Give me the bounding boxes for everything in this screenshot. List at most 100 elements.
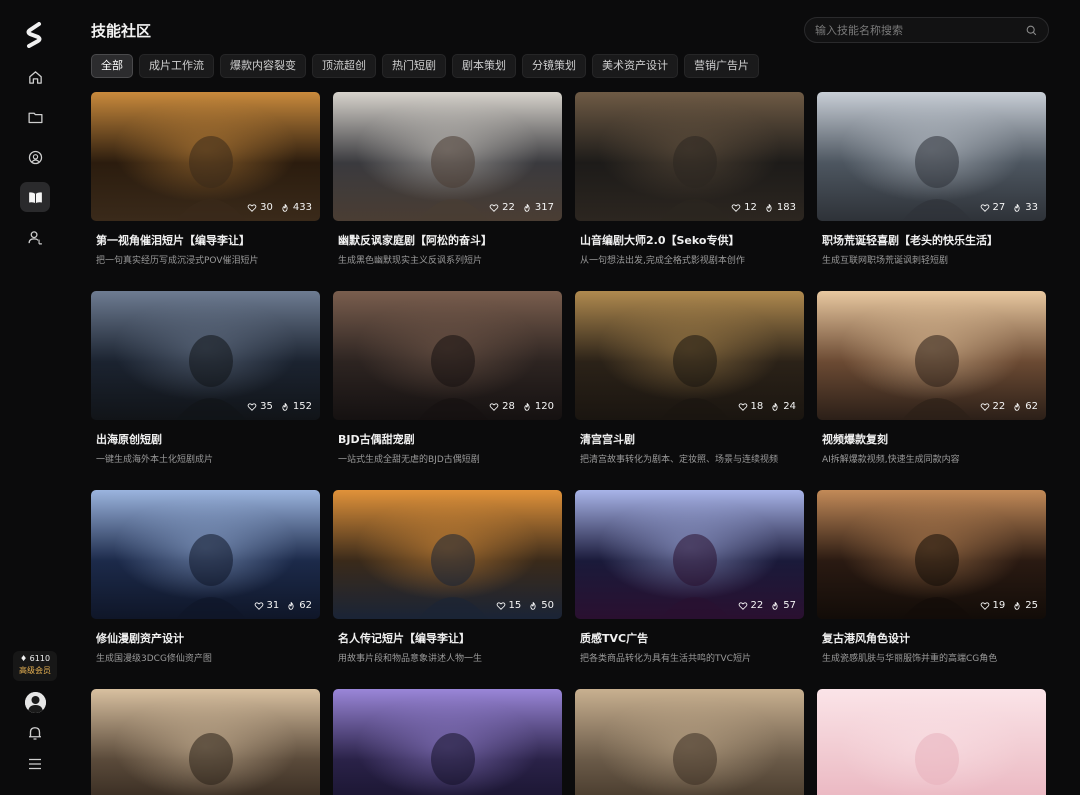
skill-card[interactable] [817, 689, 1046, 795]
skill-thumbnail[interactable]: 22 57 [575, 490, 804, 619]
skill-card[interactable]: 15 50 名人传记短片【编导李让】 用故事片段和物品意象讲述人物一生 [333, 490, 562, 664]
skill-description: 生成黑色幽默现实主义反讽系列短片 [338, 256, 483, 266]
likes-stat: 31 [254, 600, 279, 611]
likes-stat: 22 [489, 202, 515, 213]
skill-thumbnail[interactable]: 35 152 [91, 291, 320, 420]
sidebar-item-user[interactable] [20, 222, 50, 252]
likes-count: 35 [260, 401, 273, 412]
book-icon [28, 191, 42, 203]
menu-icon[interactable] [26, 755, 44, 773]
likes-stat: 35 [247, 401, 273, 412]
skill-card[interactable]: 31 62 修仙漫剧资产设计 生成国漫级3DCG修仙资产图 [91, 490, 320, 664]
uses-stat: 183 [764, 202, 796, 213]
skill-title[interactable]: 修仙漫剧资产设计 [96, 630, 320, 646]
skill-thumbnail[interactable]: 15 50 [333, 490, 562, 619]
sidebar-item-skills[interactable] [20, 182, 50, 212]
skill-card[interactable] [91, 689, 320, 795]
likes-count: 30 [260, 202, 273, 213]
skill-card[interactable]: 28 120 BJD古偶甜宠剧 一站式生成全甜无虐的BJD古偶短剧 [333, 291, 562, 465]
tab-hot-drama[interactable]: 热门短剧 [382, 54, 446, 78]
flame-icon [524, 203, 530, 212]
skill-stats: 27 33 [980, 202, 1038, 213]
skill-card[interactable]: 27 33 职场荒诞轻喜剧【老头的快乐生活】 生成互联网职场荒诞讽刺轻短剧 [817, 92, 1046, 266]
likes-stat: 22 [980, 401, 1006, 412]
brand-logo[interactable] [24, 22, 46, 48]
skill-card[interactable]: 19 25 复古港风角色设计 生成瓷感肌肤与华丽服饰并重的高端CG角色 [817, 490, 1046, 664]
skill-thumbnail[interactable]: 30 433 [91, 92, 320, 221]
bell-icon[interactable] [26, 724, 44, 742]
uses-stat: 433 [280, 202, 312, 213]
skill-thumbnail[interactable]: 12 183 [575, 92, 804, 221]
skill-thumbnail[interactable] [333, 689, 562, 795]
skill-thumbnail[interactable]: 27 33 [817, 92, 1046, 221]
skill-card[interactable]: 30 433 第一视角催泪短片【编导李让】 把一句真实经历写成沉浸式POV催泪短… [91, 92, 320, 266]
tab-ads[interactable]: 营销广告片 [684, 54, 759, 78]
flame-icon [772, 601, 778, 610]
heart-icon [980, 203, 989, 212]
likes-count: 22 [992, 401, 1006, 412]
heart-icon [247, 203, 257, 212]
skill-title[interactable]: 职场荒诞轻喜剧【老头的快乐生活】 [822, 232, 1046, 248]
tab-all[interactable]: 全部 [91, 54, 133, 78]
tab-storyboard[interactable]: 分镜策划 [522, 54, 586, 78]
tab-workflow[interactable]: 成片工作流 [139, 54, 214, 78]
tab-art-assets[interactable]: 美术资产设计 [592, 54, 678, 78]
tab-top-creator[interactable]: 顶流超创 [312, 54, 376, 78]
skill-thumbnail[interactable]: 31 62 [91, 490, 320, 619]
skill-thumbnail[interactable]: 28 120 [333, 291, 562, 420]
skill-title[interactable]: 出海原创短剧 [96, 431, 320, 447]
flame-icon [288, 601, 294, 610]
thumbnail-image [575, 689, 804, 795]
skill-thumbnail[interactable] [817, 689, 1046, 795]
heart-icon [738, 402, 747, 411]
flame-icon [282, 402, 288, 411]
skill-thumbnail[interactable]: 19 25 [817, 490, 1046, 619]
uses-count: 62 [1025, 401, 1038, 412]
skill-thumbnail[interactable]: 18 24 [575, 291, 804, 420]
uses-count: 50 [541, 600, 554, 611]
skill-card[interactable] [575, 689, 804, 795]
skill-title[interactable]: 视频爆款复刻 [822, 431, 1046, 447]
skill-stats: 22 62 [980, 401, 1038, 412]
skill-card[interactable]: 22 317 幽默反讽家庭剧【阿松的奋斗】 生成黑色幽默现实主义反讽系列短片 [333, 92, 562, 266]
uses-count: 62 [299, 600, 312, 611]
skill-title[interactable]: 复古港风角色设计 [822, 630, 1046, 646]
folder-icon [27, 112, 43, 123]
skill-card[interactable]: 18 24 清宫宫斗剧 把清宫故事转化为剧本、定妆照、场景与连续视频 [575, 291, 804, 465]
skill-title[interactable]: 质感TVC广告 [580, 630, 804, 646]
sidebar-item-discover[interactable] [20, 142, 50, 172]
skill-card[interactable]: 22 62 视频爆款复刻 AI拆解爆款视频,快速生成同款内容 [817, 291, 1046, 465]
skill-stats: 35 152 [247, 401, 312, 412]
skill-thumbnail[interactable]: 22 62 [817, 291, 1046, 420]
search-icon[interactable] [1025, 24, 1038, 37]
likes-count: 27 [992, 202, 1006, 213]
search-box[interactable] [804, 17, 1049, 43]
skill-title[interactable]: 清宫宫斗剧 [580, 431, 804, 447]
skill-card[interactable]: 12 183 山音编剧大师2.0【Seko专供】 从一句想法出发,完成全格式影视… [575, 92, 804, 266]
skill-description: 生成瓷感肌肤与华丽服饰并重的高端CG角色 [822, 654, 998, 664]
skill-card[interactable]: 35 152 出海原创短剧 一键生成海外本土化短剧成片 [91, 291, 320, 465]
skill-title[interactable]: 第一视角催泪短片【编导李让】 [96, 232, 320, 248]
credits-badge[interactable]: ♦ 6110 高级会员 [13, 651, 57, 681]
tab-script[interactable]: 剧本策划 [452, 54, 516, 78]
skill-title[interactable]: 山音编剧大师2.0【Seko专供】 [580, 232, 804, 248]
tab-viral-remix[interactable]: 爆款内容裂变 [220, 54, 306, 78]
likes-count: 22 [502, 202, 515, 213]
skill-thumbnail[interactable] [575, 689, 804, 795]
home-icon [28, 70, 42, 84]
search-input[interactable] [815, 22, 1015, 39]
skill-description: 生成互联网职场荒诞讽刺轻短剧 [822, 256, 949, 266]
likes-stat: 19 [980, 600, 1005, 611]
skill-thumbnail[interactable]: 22 317 [333, 92, 562, 221]
avatar[interactable] [25, 692, 46, 713]
skill-title[interactable]: BJD古偶甜宠剧 [338, 431, 562, 447]
skill-card[interactable] [333, 689, 562, 795]
uses-stat: 57 [770, 600, 796, 611]
sidebar-item-home[interactable] [20, 62, 50, 92]
uses-count: 183 [776, 202, 796, 213]
skill-title[interactable]: 名人传记短片【编导李让】 [338, 630, 562, 646]
skill-title[interactable]: 幽默反讽家庭剧【阿松的奋斗】 [338, 232, 562, 248]
skill-thumbnail[interactable] [91, 689, 320, 795]
skill-card[interactable]: 22 57 质感TVC广告 把各类商品转化为具有生活共鸣的TVC短片 [575, 490, 804, 664]
sidebar-item-folder[interactable] [20, 102, 50, 132]
